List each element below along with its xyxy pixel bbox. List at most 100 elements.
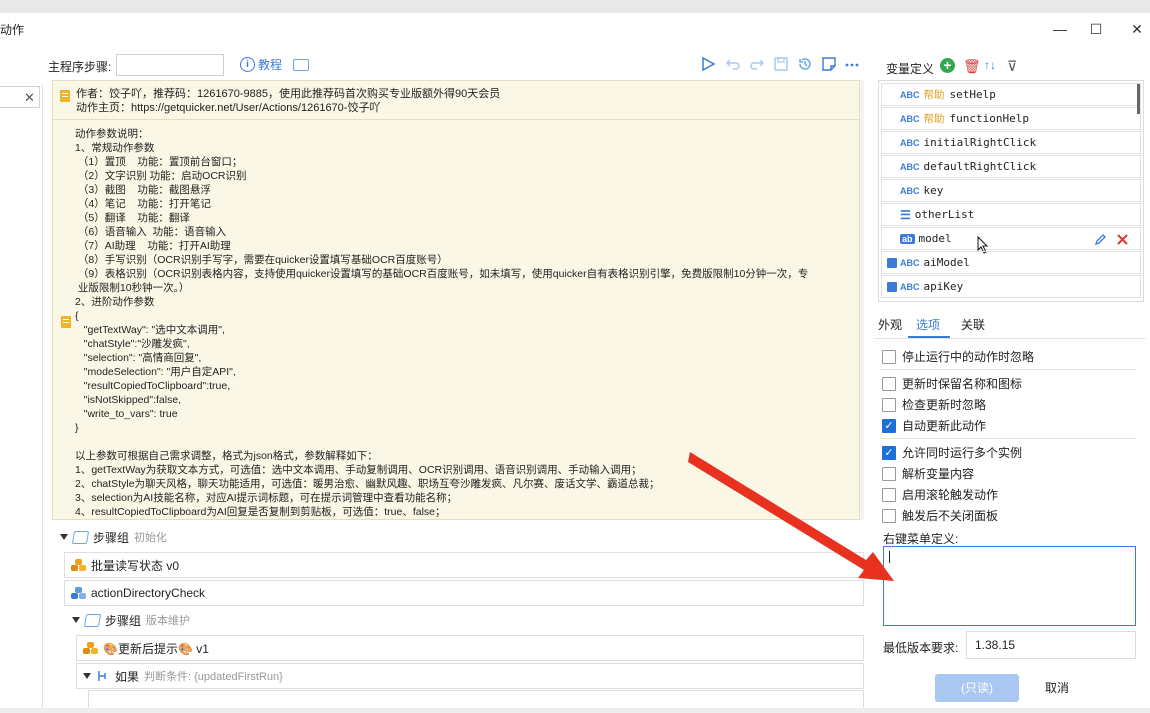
checkbox[interactable] <box>882 466 896 481</box>
close-icon[interactable]: ✕ <box>24 90 35 106</box>
option-label: 检查更新时忽略 <box>902 398 987 412</box>
min-version-label: 最低版本要求: <box>883 641 959 655</box>
more-icon[interactable] <box>844 56 860 72</box>
expand-icon[interactable] <box>60 534 68 540</box>
sort-icon[interactable]: ↑↓ <box>984 58 996 72</box>
tutorial-link[interactable]: i 教程 <box>240 56 282 73</box>
checkbox[interactable] <box>882 376 896 391</box>
option-ignore-update-check[interactable]: 检查更新时忽略 <box>882 396 986 413</box>
option-label: 触发后不关闭面板 <box>902 509 999 523</box>
filter-icon[interactable]: ⊽ <box>1007 58 1017 75</box>
text-type-icon: ABC <box>900 281 920 292</box>
if-label: 如果 <box>115 669 140 684</box>
checkbox[interactable] <box>882 349 896 364</box>
step-action-directory-check[interactable]: actionDirectoryCheck <box>64 580 864 606</box>
step-group-init[interactable]: 步骤组 初始化 <box>60 524 167 550</box>
min-version-input[interactable]: 1.38.15 <box>966 631 1136 659</box>
edit-icon[interactable] <box>1094 233 1107 246</box>
variable-list-scrollbar[interactable] <box>1137 84 1140 114</box>
delete-variable-icon[interactable]: 🗑 <box>963 58 981 75</box>
help-tag: 帮助 <box>923 113 945 125</box>
remove-icon[interactable] <box>1116 233 1129 246</box>
maximize-button[interactable]: ☐ <box>1086 20 1106 38</box>
checkbox[interactable] <box>882 397 896 412</box>
checkbox-checked[interactable]: ✓ <box>882 445 896 460</box>
undo-icon[interactable] <box>725 56 741 72</box>
list-type-icon: ☰ <box>900 207 911 222</box>
step-batch-read-write[interactable]: 批量读写状态 v0 <box>64 552 864 578</box>
variable-row[interactable]: ABC apiKey <box>881 275 1141 298</box>
note-icon <box>61 316 71 328</box>
context-menu-textarea[interactable] <box>883 546 1136 626</box>
option-auto-update[interactable]: ✓ 自动更新此动作 <box>882 417 986 434</box>
tab-associations[interactable]: 关联 <box>961 316 985 333</box>
layers-icon <box>71 530 90 544</box>
text-type-icon: ABC <box>900 137 920 148</box>
variable-row[interactable]: ☰ otherList <box>881 203 1141 226</box>
variable-list: ABC 帮助 setHelp ABC 帮助 functionHelp ABC i… <box>878 80 1144 302</box>
if-condition: 判断条件: {updatedFirstRun} <box>144 671 283 683</box>
variable-name: initialRightClick <box>923 136 1037 149</box>
action-note-editor[interactable]: 作者：饺子吖，推荐码：1261670-9885，使用此推荐码首次购买专业版额外得… <box>52 80 860 520</box>
play-icon[interactable] <box>700 56 716 72</box>
variable-name: setHelp <box>949 88 996 101</box>
note-header: 作者：饺子吖，推荐码：1261670-9885，使用此推荐码首次购买专业版额外得… <box>60 87 500 115</box>
group-label: 步骤组 <box>105 613 142 628</box>
checkbox[interactable] <box>882 508 896 523</box>
checkbox-checked[interactable]: ✓ <box>882 418 896 433</box>
option-wheel-trigger[interactable]: 启用滚轮触发动作 <box>882 486 998 503</box>
variable-row[interactable]: ABC initialRightClick <box>881 131 1141 154</box>
variable-name: aiModel <box>923 256 970 269</box>
option-keep-name-icon[interactable]: 更新时保留名称和图标 <box>882 375 1022 392</box>
main-step-input[interactable] <box>116 54 224 76</box>
step-label: actionDirectoryCheck <box>91 586 206 600</box>
step-label: 🎨更新后提示🎨 v1 <box>103 641 209 656</box>
variable-row[interactable]: ABC 帮助 setHelp <box>881 83 1141 106</box>
text-type-icon: ABC <box>900 113 920 124</box>
option-keep-panel-open[interactable]: 触发后不关闭面板 <box>882 507 998 524</box>
minimize-button[interactable]: — <box>1050 20 1070 38</box>
branch-icon <box>98 671 106 681</box>
editor-divider <box>53 119 859 120</box>
expand-icon[interactable] <box>83 673 91 679</box>
keyboard-icon[interactable] <box>293 59 309 71</box>
note-icon[interactable] <box>821 56 837 72</box>
readonly-button[interactable]: (只读) <box>935 674 1019 702</box>
checkbox[interactable] <box>882 487 896 502</box>
option-label: 更新时保留名称和图标 <box>902 377 1023 391</box>
variable-row[interactable]: ABC aiModel <box>881 251 1141 274</box>
note-icon <box>60 90 70 102</box>
variable-row[interactable]: ABC key <box>881 179 1141 202</box>
variable-name: otherList <box>914 208 975 221</box>
step-update-hint[interactable]: 🎨更新后提示🎨 v1 <box>76 635 864 661</box>
option-label: 启用滚轮触发动作 <box>902 488 999 502</box>
close-button[interactable]: ✕ <box>1127 20 1147 38</box>
editor-scrollbar[interactable] <box>860 80 864 520</box>
tab-appearance[interactable]: 外观 <box>878 316 902 333</box>
help-tag: 帮助 <box>923 89 945 101</box>
add-variable-icon[interactable]: + <box>940 58 955 73</box>
save-icon[interactable] <box>773 56 789 72</box>
step-if[interactable]: 如果 判断条件: {updatedFirstRun} <box>76 663 864 689</box>
option-label: 允许同时运行多个实例 <box>902 446 1023 460</box>
subprogram-icon <box>71 558 86 572</box>
variable-row[interactable]: ABC defaultRightClick <box>881 155 1141 178</box>
variable-name: functionHelp <box>949 112 1029 125</box>
redo-icon[interactable] <box>749 56 765 72</box>
variable-row[interactable]: ABC 帮助 functionHelp <box>881 107 1141 130</box>
tutorial-label: 教程 <box>258 58 283 72</box>
expand-icon[interactable] <box>72 617 80 623</box>
variable-name: apiKey <box>923 280 964 293</box>
option-parse-variables[interactable]: 解析变量内容 <box>882 465 974 482</box>
history-icon[interactable] <box>797 56 813 72</box>
variable-name: defaultRightClick <box>923 160 1037 173</box>
saved-icon <box>887 282 897 292</box>
homepage-line: 动作主页：https://getquicker.net/User/Actions… <box>76 102 381 114</box>
step-group-version[interactable]: 步骤组 版本维护 <box>72 607 190 633</box>
variable-row-selected[interactable]: ab model <box>881 227 1141 254</box>
option-multiple-instances[interactable]: ✓ 允许同时运行多个实例 <box>882 444 1022 461</box>
option-ignore-on-stop[interactable]: 停止运行中的动作时忽略 <box>882 348 1034 365</box>
tab-options[interactable]: 选项 <box>916 316 940 333</box>
cancel-button[interactable]: 取消 <box>1026 674 1088 702</box>
step-label: 批量读写状态 v0 <box>91 558 180 573</box>
